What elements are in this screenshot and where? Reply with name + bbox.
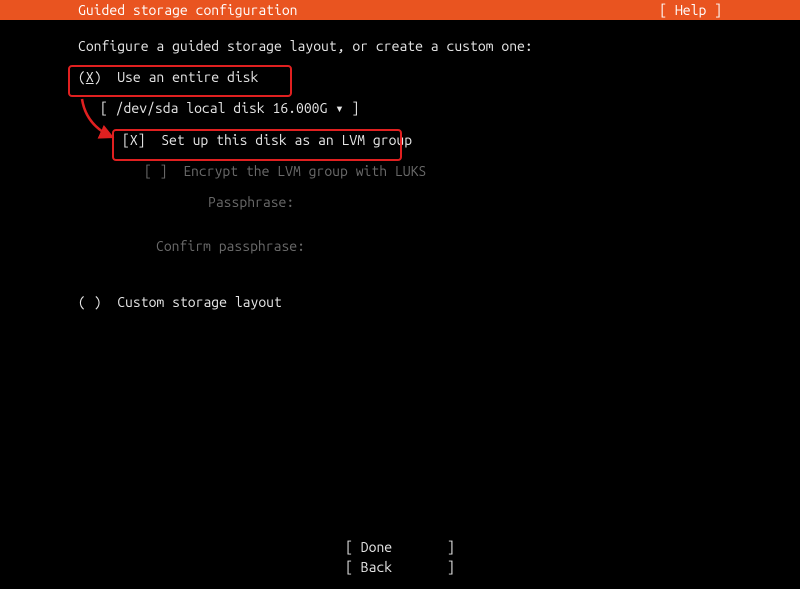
disk-select-value: /dev/sda local disk 16.000G bbox=[108, 100, 335, 116]
lvm-label: Set up this disk as an LVM group bbox=[161, 132, 412, 148]
checkbox-lvm[interactable]: [X] Set up this disk as an LVM group bbox=[122, 132, 718, 148]
passphrase-label: Passphrase: bbox=[208, 194, 718, 210]
header: Guided storage configuration [ Help ] bbox=[0, 0, 800, 20]
confirm-passphrase-label: Confirm passphrase: bbox=[156, 238, 718, 254]
content: Configure a guided storage layout, or cr… bbox=[78, 38, 718, 310]
disk-select[interactable]: [ /dev/sda local disk 16.000G ▾ ] bbox=[100, 100, 718, 117]
custom-label: Custom storage layout bbox=[117, 294, 282, 310]
checkbox-encrypt[interactable]: [ ] Encrypt the LVM group with LUKS bbox=[144, 163, 718, 179]
bottom-buttons: [ Done ] [ Back ] bbox=[0, 537, 800, 577]
done-button[interactable]: [ Done ] bbox=[0, 537, 800, 557]
radio-open: ( bbox=[78, 69, 86, 85]
help-button[interactable]: [ Help ] bbox=[659, 2, 722, 18]
custom-radio: ( ) bbox=[78, 294, 102, 310]
encrypt-label: Encrypt the LVM group with LUKS bbox=[183, 163, 426, 179]
radio-custom-layout[interactable]: ( ) Custom storage layout bbox=[78, 294, 718, 310]
page-title: Guided storage configuration bbox=[78, 2, 298, 18]
radio-entire-disk[interactable]: (X) Use an entire disk bbox=[78, 69, 718, 85]
chevron-down-icon: ▾ bbox=[335, 100, 343, 117]
lvm-check: [X] bbox=[122, 132, 146, 148]
radio-mark: X bbox=[86, 69, 94, 85]
select-close: ] bbox=[344, 100, 360, 116]
back-button[interactable]: [ Back ] bbox=[0, 557, 800, 577]
encrypt-check: [ ] bbox=[144, 163, 168, 179]
radio-close: ) bbox=[94, 69, 102, 85]
entire-disk-label: Use an entire disk bbox=[117, 69, 258, 85]
select-open: [ bbox=[100, 100, 108, 116]
intro-text: Configure a guided storage layout, or cr… bbox=[78, 38, 718, 54]
